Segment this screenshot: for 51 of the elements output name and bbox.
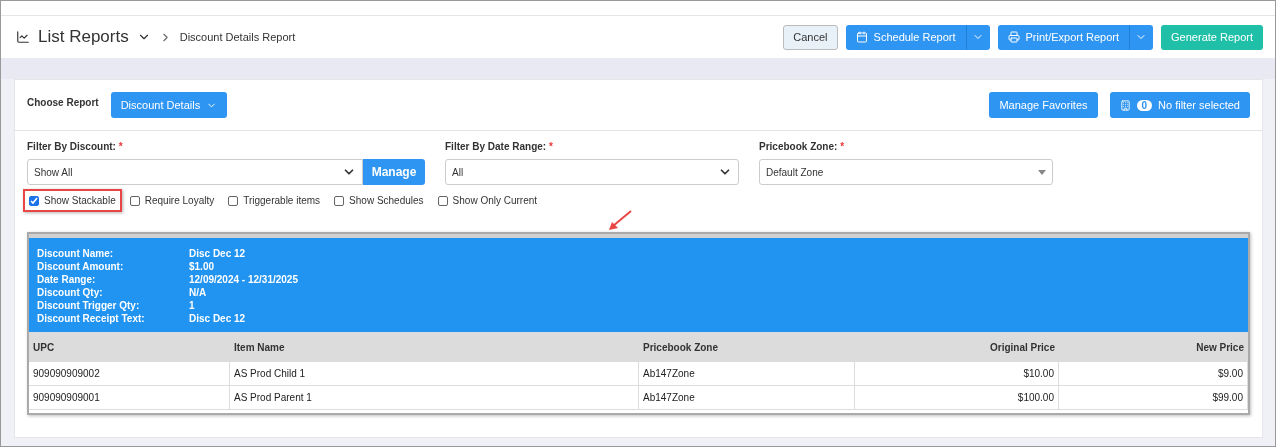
column-header: Original Price <box>855 332 1059 362</box>
check-icon <box>30 196 38 205</box>
option-checkbox[interactable]: Show Stackable <box>23 189 122 212</box>
page-title[interactable]: List Reports <box>38 27 129 47</box>
table-cell: 909090909002 <box>29 362 230 386</box>
summary-label: Discount Amount: <box>37 261 125 272</box>
column-header: Pricebook Zone <box>639 332 855 362</box>
table-cell: AS Prod Child 1 <box>230 362 639 386</box>
caret-icon <box>1038 169 1046 175</box>
building-icon <box>1119 99 1131 111</box>
table-cell: $9.00 <box>1059 362 1248 386</box>
filter-label: Filter By Date Range: * <box>445 141 554 152</box>
table-cell: Ab147Zone <box>639 362 855 386</box>
table-cell: $100.00 <box>855 386 1059 410</box>
table-cell: $10.00 <box>855 362 1059 386</box>
summary-value: N/A <box>189 287 208 298</box>
choose-report-label: Choose Report <box>27 97 99 108</box>
option-checkbox[interactable]: Show Schedules <box>328 189 430 212</box>
summary-label: Date Range: <box>37 274 97 285</box>
summary-label: Discount Receipt Text: <box>37 313 146 324</box>
summary-value: 12/09/2024 - 12/31/2025 <box>189 274 299 285</box>
annotation-arrow <box>607 210 633 232</box>
summary-value: $1.00 <box>189 261 216 272</box>
printer-icon <box>1007 31 1020 43</box>
chart-icon <box>16 30 30 44</box>
option-checkbox[interactable]: Show Only Current <box>431 189 544 212</box>
option-checkbox[interactable]: Triggerable items <box>222 189 327 212</box>
column-header: New Price <box>1059 332 1248 362</box>
select-field[interactable]: All <box>445 159 739 185</box>
summary-value: Disc Dec 12 <box>189 248 247 259</box>
dropdown-button[interactable] <box>1129 24 1154 50</box>
table-cell: $99.00 <box>1059 386 1248 410</box>
option-checkbox[interactable]: Require Loyalty <box>123 189 221 212</box>
table-cell: Ab147Zone <box>639 386 855 410</box>
summary-value: 1 <box>189 300 196 311</box>
cancel-button[interactable]: Cancel <box>783 24 838 50</box>
filter-label: Pricebook Zone: * <box>759 141 846 152</box>
select-field[interactable]: Show All <box>27 159 363 185</box>
select-field[interactable]: Default Zone <box>759 159 1053 185</box>
summary-value: Disc Dec 12 <box>189 313 247 324</box>
summary-label: Discount Trigger Qty: <box>37 300 141 311</box>
calendar-icon <box>855 31 868 43</box>
column-header: UPC <box>29 332 230 362</box>
column-header: Item Name <box>230 332 639 362</box>
summary-label: Discount Qty: <box>37 287 104 298</box>
filter-label: Filter By Discount: * <box>27 141 124 152</box>
table-cell: AS Prod Parent 1 <box>230 386 639 410</box>
summary-label: Discount Name: <box>37 248 115 259</box>
table-cell: 909090909001 <box>29 386 230 410</box>
breadcrumb: Discount Details Report <box>179 31 296 43</box>
dropdown-button[interactable] <box>965 24 990 50</box>
